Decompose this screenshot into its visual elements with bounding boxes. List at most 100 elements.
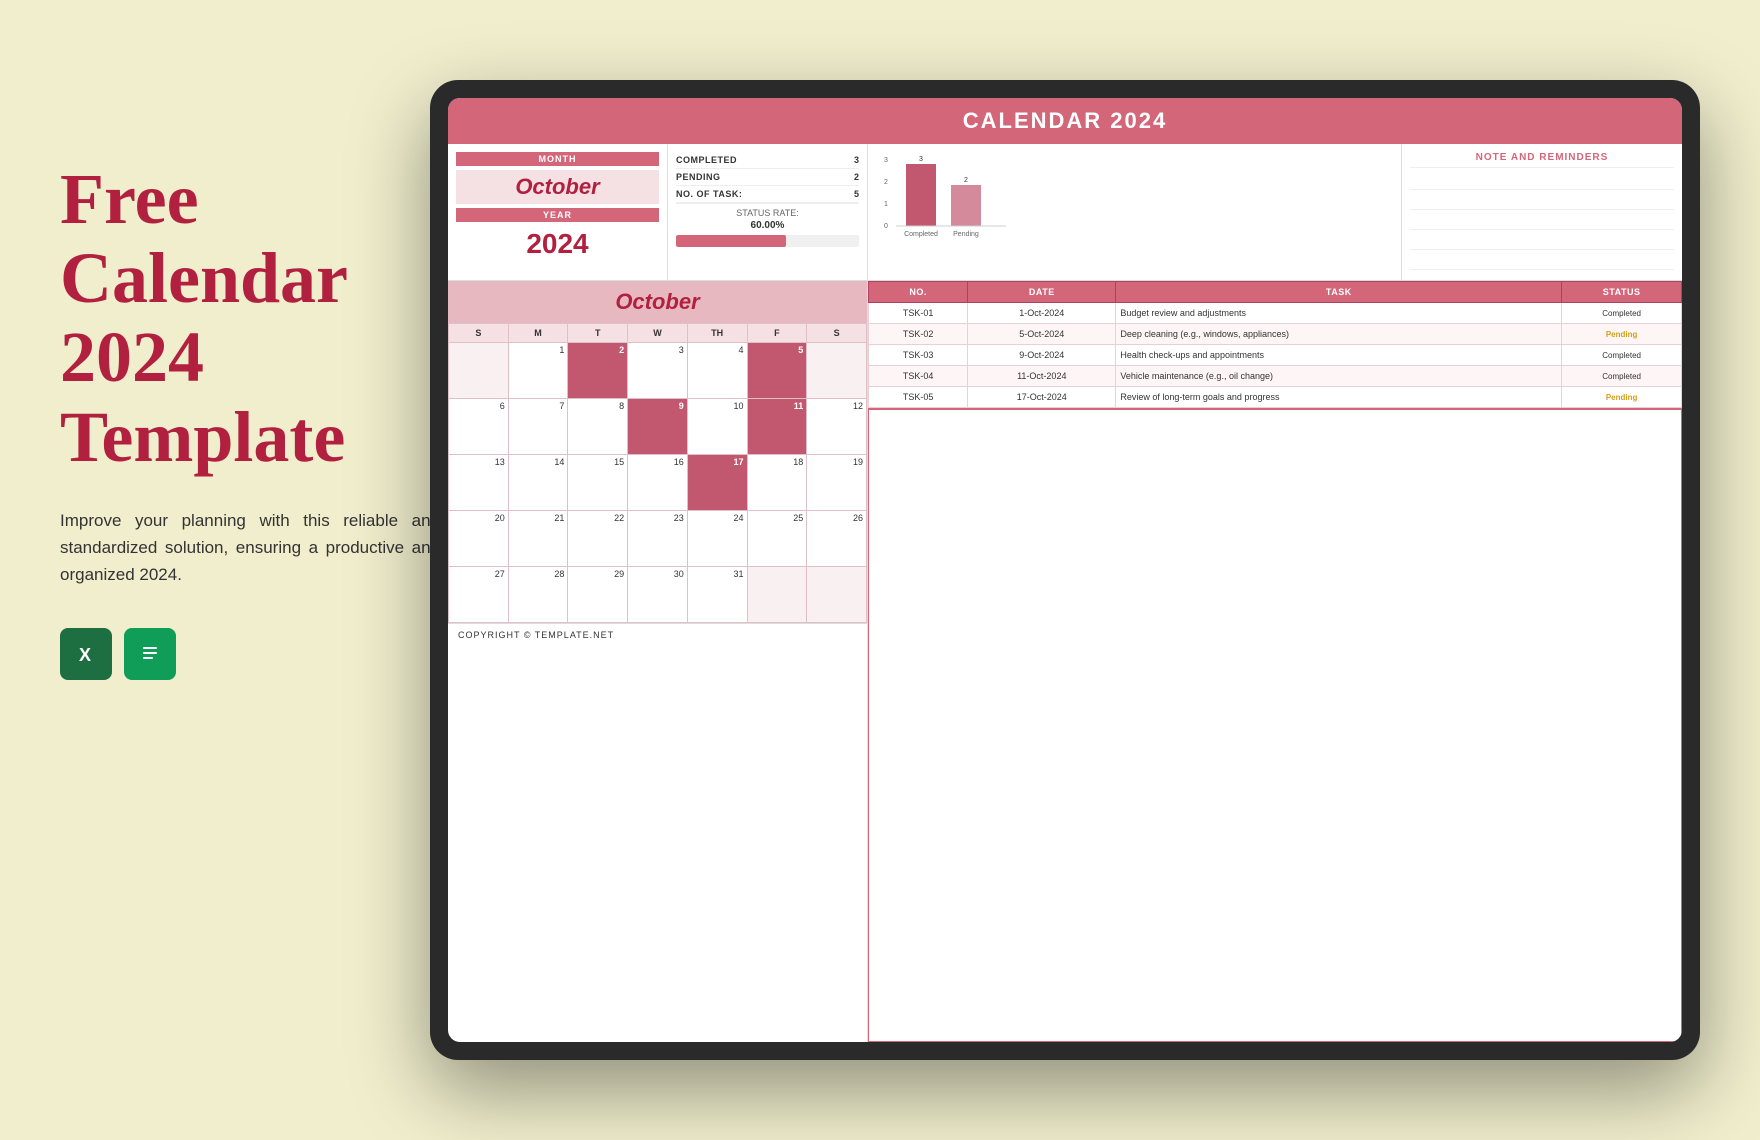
task-date-3: 9-Oct-2024 (968, 345, 1116, 366)
calendar-week-4: 20212223242526 (449, 511, 867, 567)
bar-chart-svg: 3 2 1 0 3 2 Completed Pendi (876, 152, 1016, 242)
cal-cell-w3d7: 19 (807, 455, 867, 511)
pending-value: 2 (854, 172, 859, 182)
metrics-panel: COMPLETED 3 PENDING 2 NO. OF TASK: 5 STA… (668, 144, 868, 280)
task-desc-5: Review of long-term goals and progress (1116, 387, 1562, 408)
cal-cell-w1d5: 4 (687, 343, 747, 399)
day-header-f: F (747, 324, 807, 343)
task-count-value: 5 (854, 189, 859, 199)
cal-cell-w3d4: 16 (628, 455, 688, 511)
cal-cell-w5d7 (807, 567, 867, 623)
left-panel: Free Calendar 2024 Template Improve your… (60, 160, 440, 680)
cal-cell-w5d1: 27 (449, 567, 509, 623)
note-line-2 (1410, 192, 1674, 210)
completed-metric: COMPLETED 3 (676, 152, 859, 169)
cal-cell-w1d7 (807, 343, 867, 399)
task-row-1: TSK-011-Oct-2024Budget review and adjust… (869, 303, 1682, 324)
task-no-2: TSK-02 (869, 324, 968, 345)
cal-cell-w4d6: 25 (747, 511, 807, 567)
task-desc-2: Deep cleaning (e.g., windows, appliances… (1116, 324, 1562, 345)
task-date-4: 11-Oct-2024 (968, 366, 1116, 387)
svg-text:2: 2 (964, 177, 968, 184)
progress-bar (676, 235, 859, 247)
task-no-4: TSK-04 (869, 366, 968, 387)
tablet-screen: CALENDAR 2024 MONTH October YEAR 2024 CO… (448, 98, 1682, 1042)
cal-month-name: October (615, 289, 699, 314)
svg-text:3: 3 (919, 156, 923, 163)
chart-area: 3 2 1 0 3 2 Completed Pendi (876, 152, 1393, 242)
task-desc-3: Health check-ups and appointments (1116, 345, 1562, 366)
cal-cell-w2d3: 8 (568, 399, 628, 455)
svg-text:1: 1 (884, 201, 888, 208)
col-task: TASK (1116, 282, 1562, 303)
cal-cell-w3d1: 13 (449, 455, 509, 511)
calendar-title: CALENDAR 2024 (963, 108, 1168, 133)
calendar-week-2: 6789101112 (449, 399, 867, 455)
app-icons-row: X (60, 628, 440, 680)
svg-text:Completed: Completed (904, 231, 938, 238)
task-status-4: Completed (1562, 366, 1682, 387)
calendar-week-1: 12345 (449, 343, 867, 399)
cal-cell-w5d5: 31 (687, 567, 747, 623)
calendar-grid-panel: October S M T W TH F S (448, 281, 868, 1042)
bar-chart-panel: 3 2 1 0 3 2 Completed Pendi (868, 144, 1402, 280)
task-status-2: Pending (1562, 324, 1682, 345)
day-header-s2: S (807, 324, 867, 343)
task-status-5: Pending (1562, 387, 1682, 408)
calendar-header: CALENDAR 2024 (448, 98, 1682, 144)
calendar-table: S M T W TH F S 1234567891011121314151617… (448, 323, 867, 623)
cal-month-header: October (448, 281, 867, 323)
cal-cell-w1d2: 1 (508, 343, 568, 399)
cal-cell-w5d6 (747, 567, 807, 623)
tablet-device: CALENDAR 2024 MONTH October YEAR 2024 CO… (430, 80, 1700, 1060)
cal-cell-w3d3: 15 (568, 455, 628, 511)
calendar-body: 1234567891011121314151617181920212223242… (449, 343, 867, 623)
status-rate-label: STATUS RATE: (676, 203, 859, 220)
day-header-th: TH (687, 324, 747, 343)
task-date-2: 5-Oct-2024 (968, 324, 1116, 345)
note-line-4 (1410, 232, 1674, 250)
task-no-1: TSK-01 (869, 303, 968, 324)
note-line-1 (1410, 172, 1674, 190)
task-status-3: Completed (1562, 345, 1682, 366)
task-no-3: TSK-03 (869, 345, 968, 366)
month-year-panel: MONTH October YEAR 2024 (448, 144, 668, 280)
task-status-1: Completed (1562, 303, 1682, 324)
task-header-row: NO. DATE TASK STATUS (869, 282, 1682, 303)
svg-text:Pending: Pending (953, 231, 979, 238)
cal-cell-w2d1: 6 (449, 399, 509, 455)
pending-metric: PENDING 2 (676, 169, 859, 186)
top-stats-row: MONTH October YEAR 2024 COMPLETED 3 PEND… (448, 144, 1682, 281)
day-header-w: W (628, 324, 688, 343)
cal-cell-w4d4: 23 (628, 511, 688, 567)
cal-cell-w2d7: 12 (807, 399, 867, 455)
svg-text:0: 0 (884, 223, 888, 230)
month-value: October (460, 174, 655, 200)
month-display: October (456, 170, 659, 204)
year-label: YEAR (456, 208, 659, 222)
cal-main-content: October S M T W TH F S (448, 281, 1682, 1042)
copyright-text: COPYRIGHT © TEMPLATE.NET (448, 623, 867, 646)
month-label: MONTH (456, 152, 659, 166)
task-count-metric: NO. OF TASK: 5 (676, 186, 859, 203)
cal-cell-w1d1 (449, 343, 509, 399)
cal-cell-w4d2: 21 (508, 511, 568, 567)
note-line-5 (1410, 252, 1674, 270)
cal-cell-w4d3: 22 (568, 511, 628, 567)
col-date: DATE (968, 282, 1116, 303)
cal-cell-w5d3: 29 (568, 567, 628, 623)
status-rate-value: 60.00% (676, 220, 859, 231)
main-title: Free Calendar 2024 Template (60, 160, 440, 477)
task-body: TSK-011-Oct-2024Budget review and adjust… (869, 303, 1682, 408)
calendar-week-5: 2728293031 (449, 567, 867, 623)
task-row-3: TSK-039-Oct-2024Health check-ups and app… (869, 345, 1682, 366)
progress-bar-fill (676, 235, 786, 247)
day-header-t1: T (568, 324, 628, 343)
description-text: Improve your planning with this reliable… (60, 507, 440, 589)
cal-cell-w2d6: 11 (747, 399, 807, 455)
cal-cell-w5d2: 28 (508, 567, 568, 623)
cal-cell-w2d2: 7 (508, 399, 568, 455)
col-status: STATUS (1562, 282, 1682, 303)
notes-panel: NOTE AND REMINDERS (1402, 144, 1682, 280)
task-row-5: TSK-0517-Oct-2024Review of long-term goa… (869, 387, 1682, 408)
